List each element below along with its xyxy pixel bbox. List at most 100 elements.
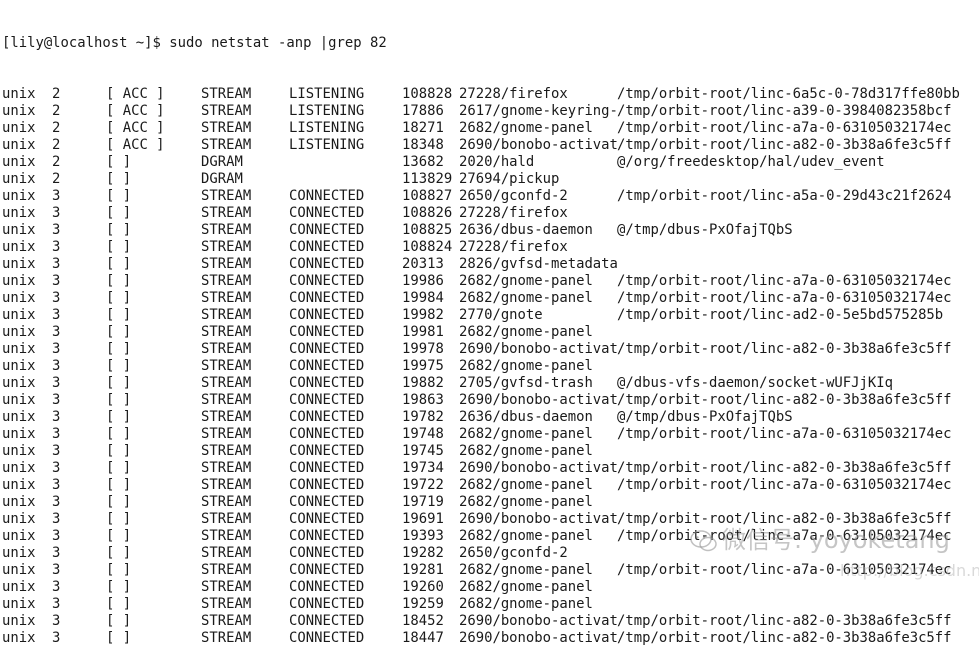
netstat-row: unix 3 [ ] STREAM CONNECTED 108824 27228/firef… — [2, 239, 568, 256]
cell-state: LISTENING — [289, 120, 365, 136]
cell-proto: unix — [2, 596, 36, 612]
cell-inode: 19393 — [402, 528, 444, 544]
cell-ref: 3 — [52, 443, 61, 459]
cell-type: STREAM — [201, 545, 252, 561]
cell-prog: 2650/gconfd-2 — [459, 188, 568, 204]
cell-prog: 27694/pickup — [459, 171, 560, 187]
cell-flags: [ ] — [106, 222, 132, 238]
cell-proto: unix — [2, 205, 36, 221]
cell-inode: 19981 — [402, 324, 444, 340]
cell-inode: 17886 — [402, 103, 444, 119]
cell-proto: unix — [2, 120, 36, 136]
cell-state: CONNECTED — [289, 562, 365, 578]
cell-inode: 19863 — [402, 392, 444, 408]
cell-state: CONNECTED — [289, 256, 365, 272]
cell-proto: unix — [2, 392, 36, 408]
cell-ref: 3 — [52, 188, 61, 204]
cell-state: CONNECTED — [289, 477, 365, 493]
netstat-row: unix 3 [ ] STREAM CONNECTED 19975 2682/gnome-p… — [2, 358, 593, 375]
cell-ref: 3 — [52, 205, 61, 221]
cell-state: CONNECTED — [289, 307, 365, 323]
cell-ref: 3 — [52, 511, 61, 527]
cell-flags: [ ] — [106, 545, 132, 561]
cell-ref: 3 — [52, 528, 61, 544]
cell-type: STREAM — [201, 273, 252, 289]
cell-inode: 18447 — [402, 630, 444, 646]
cell-inode: 19260 — [402, 579, 444, 595]
cell-inode: 108825 — [402, 222, 453, 238]
cell-ref: 2 — [52, 137, 61, 153]
cell-path: /tmp/orbit-root/linc-a82-0-3b38a6fe3c5ff — [617, 613, 952, 629]
cell-type: STREAM — [201, 239, 252, 255]
cell-inode: 19734 — [402, 460, 444, 476]
cell-prog: 2682/gnome-panel — [459, 596, 593, 612]
cell-prog: 2682/gnome-panel — [459, 579, 593, 595]
cell-state: CONNECTED — [289, 188, 365, 204]
cell-inode: 108826 — [402, 205, 453, 221]
cell-prog: 2682/gnome-panel — [459, 358, 593, 374]
cell-flags: [ ACC ] — [106, 86, 165, 102]
cell-prog: 2682/gnome-panel — [459, 120, 593, 136]
cell-ref: 3 — [52, 630, 61, 646]
cell-ref: 3 — [52, 290, 61, 306]
cell-prog: 2690/bonobo-activat — [459, 460, 618, 476]
cell-state: CONNECTED — [289, 426, 365, 442]
cell-inode: 108828 — [402, 86, 453, 102]
cell-ref: 3 — [52, 494, 61, 510]
cell-path: /tmp/orbit-root/linc-6a5c-0-78d317ffe80b… — [617, 86, 960, 102]
cell-type: STREAM — [201, 86, 252, 102]
cell-flags: [ ] — [106, 426, 132, 442]
netstat-row: unix 2 [ ACC ] STREAM LISTENING 18348 2690/bon… — [2, 137, 952, 154]
cell-proto: unix — [2, 579, 36, 595]
cell-prog: 2650/gconfd-2 — [459, 545, 568, 561]
cell-inode: 18271 — [402, 120, 444, 136]
cell-state: CONNECTED — [289, 205, 365, 221]
cell-path: /tmp/orbit-root/linc-a82-0-3b38a6fe3c5ff — [617, 460, 952, 476]
cell-prog: 2690/bonobo-activat — [459, 137, 618, 153]
cell-path: @/tmp/dbus-PxOfajTQbS — [617, 222, 793, 238]
cell-type: STREAM — [201, 613, 252, 629]
cell-inode: 18452 — [402, 613, 444, 629]
terminal-output[interactable]: [lily@localhost ~]$ sudo netstat -anp |g… — [2, 1, 960, 664]
cell-inode: 20313 — [402, 256, 444, 272]
cell-flags: [ ] — [106, 528, 132, 544]
cell-proto: unix — [2, 188, 36, 204]
cell-flags: [ ] — [106, 239, 132, 255]
cell-ref: 3 — [52, 222, 61, 238]
cell-prog: 2705/gvfsd-trash — [459, 375, 593, 391]
cell-state: CONNECTED — [289, 375, 365, 391]
cell-ref: 2 — [52, 171, 61, 187]
cell-type: DGRAM — [201, 171, 243, 187]
cell-type: STREAM — [201, 256, 252, 272]
cell-proto: unix — [2, 86, 36, 102]
cell-state: CONNECTED — [289, 341, 365, 357]
cell-proto: unix — [2, 171, 36, 187]
cell-proto: unix — [2, 460, 36, 476]
cell-state: CONNECTED — [289, 596, 365, 612]
cell-ref: 3 — [52, 307, 61, 323]
cell-prog: 2690/bonobo-activat — [459, 341, 618, 357]
netstat-row: unix 3 [ ] STREAM CONNECTED 19281 2682/gnome-p… — [2, 562, 952, 579]
cell-type: STREAM — [201, 494, 252, 510]
cell-prog: 2682/gnome-panel — [459, 290, 593, 306]
cell-state: LISTENING — [289, 103, 365, 119]
cell-ref: 2 — [52, 120, 61, 136]
netstat-row: unix 3 [ ] STREAM CONNECTED 19982 2770/gnote/t… — [2, 307, 943, 324]
cell-state: CONNECTED — [289, 528, 365, 544]
netstat-row: unix 3 [ ] STREAM CONNECTED 18447 2690/bonobo-… — [2, 630, 952, 647]
cell-proto: unix — [2, 477, 36, 493]
netstat-row: unix 3 [ ] STREAM CONNECTED 19722 2682/gnome-p… — [2, 477, 952, 494]
cell-prog: 2682/gnome-panel — [459, 528, 593, 544]
cell-proto: unix — [2, 256, 36, 272]
cell-type: STREAM — [201, 528, 252, 544]
cell-ref: 3 — [52, 545, 61, 561]
cell-prog: 2682/gnome-panel — [459, 494, 593, 510]
cell-proto: unix — [2, 307, 36, 323]
cell-state: LISTENING — [289, 86, 365, 102]
cell-ref: 3 — [52, 341, 61, 357]
cell-prog: 2690/bonobo-activat — [459, 613, 618, 629]
cell-ref: 3 — [52, 477, 61, 493]
cell-flags: [ ] — [106, 256, 132, 272]
cell-flags: [ ] — [106, 477, 132, 493]
cell-flags: [ ] — [106, 579, 132, 595]
